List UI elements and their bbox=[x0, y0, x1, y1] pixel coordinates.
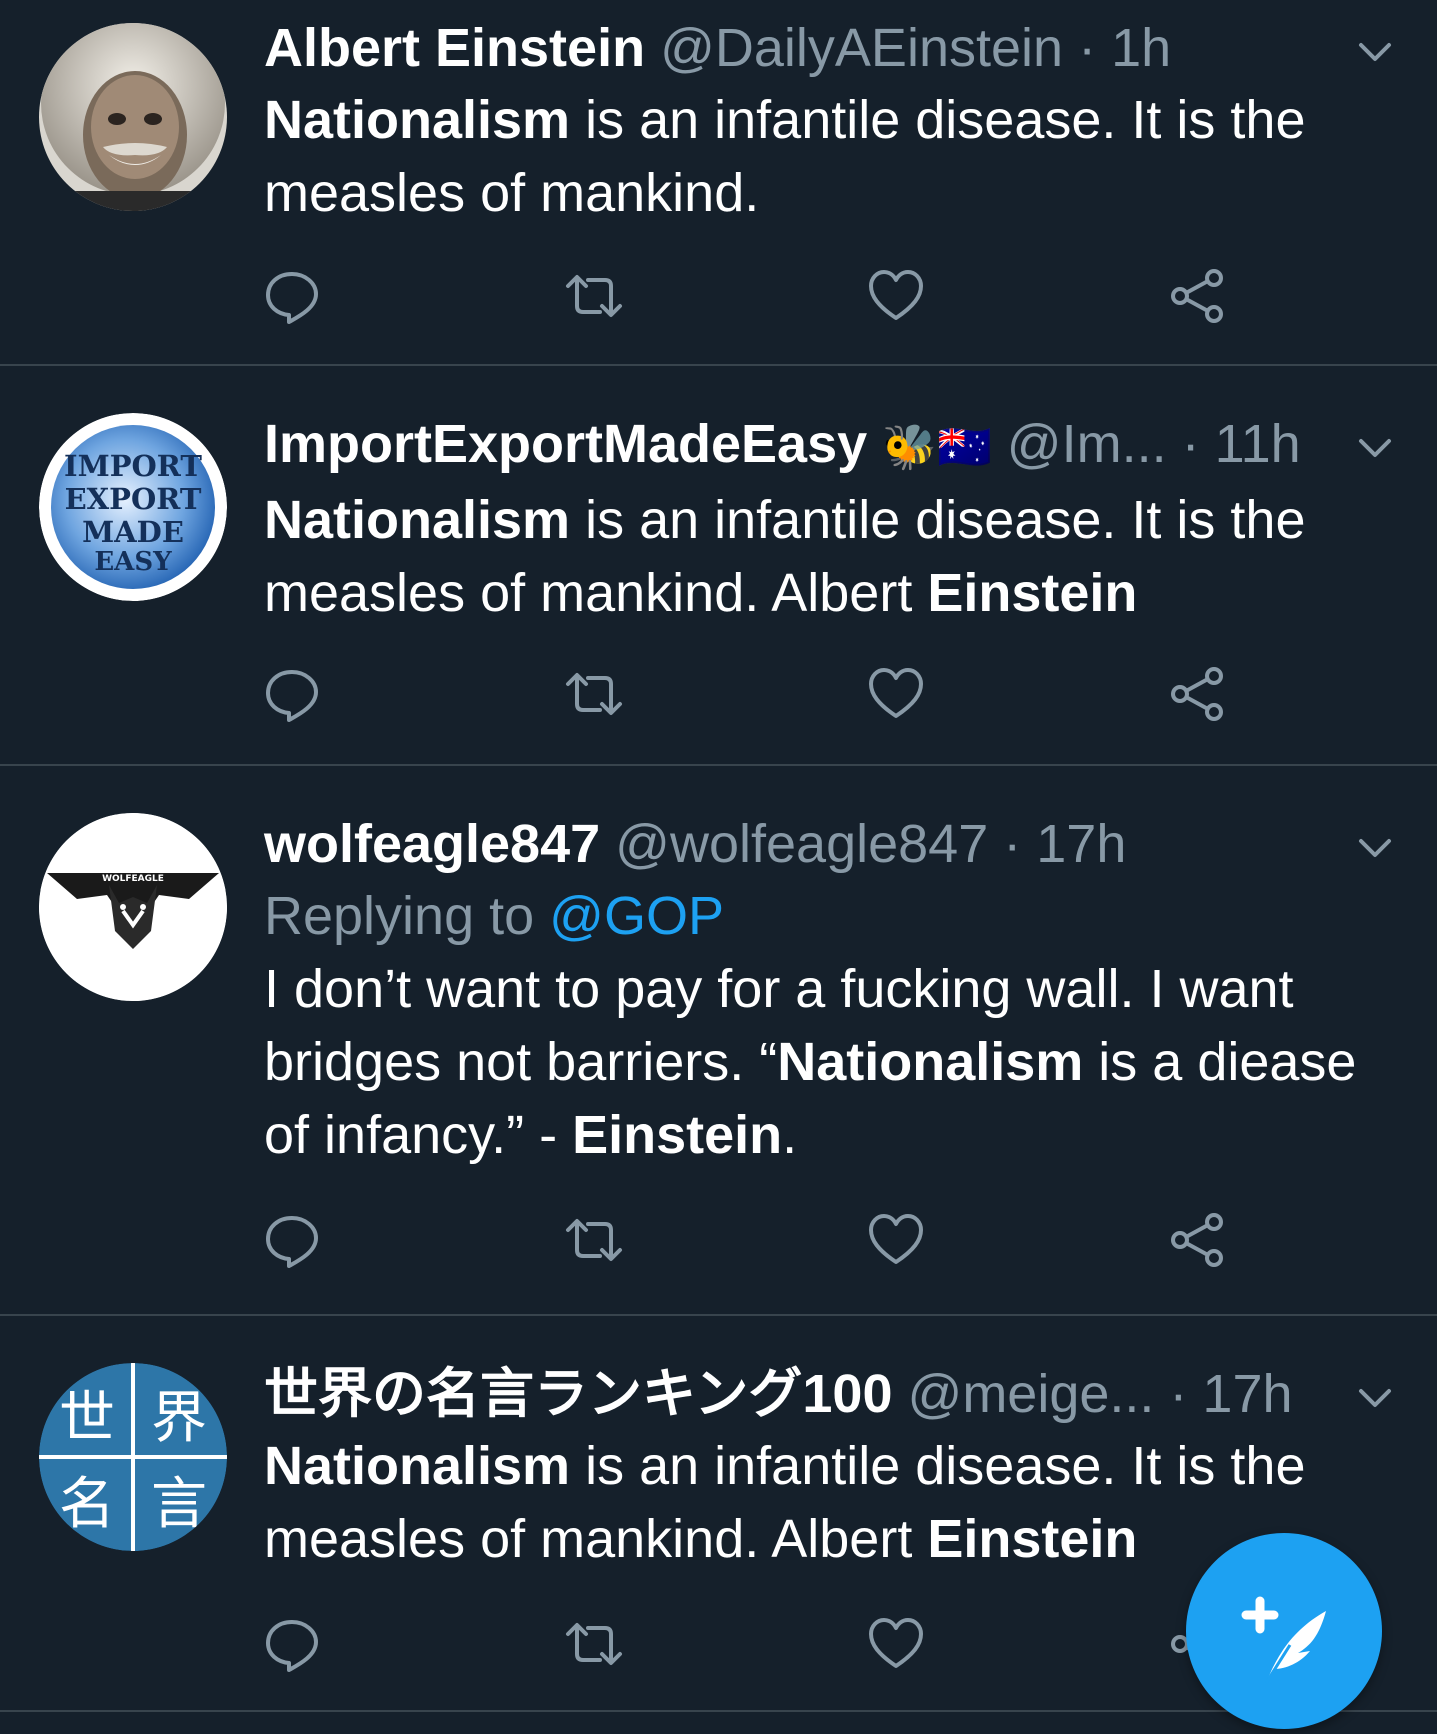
separator: · bbox=[1078, 18, 1097, 78]
tweet-actions bbox=[262, 266, 1262, 326]
avatar[interactable]: 世 界 名 言 bbox=[39, 1363, 227, 1551]
author-handle[interactable]: @Im... bbox=[1007, 414, 1167, 474]
logo-text: EASY bbox=[94, 547, 172, 577]
chevron-down-icon[interactable] bbox=[1353, 30, 1397, 74]
bold-term: Einstein bbox=[572, 1105, 783, 1165]
tweet-header: ImportExportMadeEasy 🐝🇦🇺 @Im... · 11h bbox=[264, 408, 1377, 484]
bold-term: Nationalism bbox=[777, 1032, 1084, 1092]
author-name[interactable]: Albert Einstein bbox=[264, 18, 645, 78]
chevron-down-icon[interactable] bbox=[1353, 826, 1397, 870]
logo-text: MADE bbox=[82, 515, 184, 549]
author-handle[interactable]: @wolfeagle847 bbox=[615, 814, 988, 874]
replying-label: Replying to bbox=[264, 886, 550, 946]
bold-term: Einstein bbox=[927, 563, 1138, 623]
retweet-icon[interactable] bbox=[564, 266, 624, 326]
share-icon[interactable] bbox=[1168, 266, 1228, 326]
author-handle[interactable]: @DailyAEinstein bbox=[660, 18, 1063, 78]
replying-to: Replying to @GOP bbox=[264, 880, 1377, 953]
share-icon[interactable] bbox=[1168, 1210, 1228, 1270]
tweet-actions bbox=[262, 1614, 1262, 1674]
wolfeagle-logo-avatar: WOLFEAGLE bbox=[39, 813, 227, 1001]
logo-text: 言 bbox=[151, 1472, 207, 1537]
chevron-down-icon[interactable] bbox=[1353, 426, 1397, 470]
tweet-actions bbox=[262, 1210, 1262, 1270]
tweet-text: Nationalism is an infantile disease. It … bbox=[264, 84, 1374, 230]
logo-text: 世 bbox=[59, 1386, 115, 1451]
heart-icon[interactable] bbox=[866, 266, 926, 326]
name-emoji: 🐝🇦🇺 bbox=[882, 423, 992, 472]
timestamp[interactable]: 17h bbox=[1202, 1364, 1292, 1424]
tweet-actions bbox=[262, 664, 1262, 724]
compose-quill-icon bbox=[1241, 1596, 1326, 1684]
bold-term: Einstein bbox=[927, 1509, 1138, 1569]
chevron-down-icon[interactable] bbox=[1353, 1376, 1397, 1420]
tweet[interactable]: IMPORT EXPORT MADE EASY ImportExportMade… bbox=[0, 366, 1437, 766]
separator: · bbox=[1169, 1364, 1188, 1424]
compose-tweet-button[interactable] bbox=[1186, 1533, 1382, 1729]
kanji-logo-avatar: 世 界 名 言 bbox=[39, 1363, 227, 1551]
share-icon[interactable] bbox=[1168, 664, 1228, 724]
tweet-text: Nationalism is an infantile disease. It … bbox=[264, 484, 1374, 630]
heart-icon[interactable] bbox=[866, 1614, 926, 1674]
logo-text: EXPORT bbox=[65, 482, 202, 516]
bold-term: Nationalism bbox=[264, 90, 571, 150]
reply-icon[interactable] bbox=[262, 1210, 322, 1270]
avatar[interactable]: IMPORT EXPORT MADE EASY bbox=[39, 413, 227, 601]
reply-icon[interactable] bbox=[262, 664, 322, 724]
retweet-icon[interactable] bbox=[564, 664, 624, 724]
bold-term: Nationalism bbox=[264, 1436, 571, 1496]
timestamp[interactable]: 1h bbox=[1111, 18, 1171, 78]
tweet[interactable]: Albert Einstein @DailyAEinstein · 1h Nat… bbox=[0, 0, 1437, 366]
timestamp[interactable]: 11h bbox=[1215, 414, 1301, 474]
tweet-header: 世界の名言ランキング100 @meige... · 17h bbox=[264, 1358, 1377, 1430]
tweet[interactable]: WOLFEAGLE wolfeagle847 @wolfeagle847 · 1… bbox=[0, 766, 1437, 1316]
author-name[interactable]: 世界の名言ランキング100 bbox=[264, 1364, 892, 1424]
heart-icon[interactable] bbox=[866, 664, 926, 724]
logo-text: WOLFEAGLE bbox=[102, 874, 164, 884]
separator: · bbox=[1181, 414, 1200, 474]
reply-icon[interactable] bbox=[262, 266, 322, 326]
retweet-icon[interactable] bbox=[564, 1210, 624, 1270]
logo-text: 界 bbox=[151, 1386, 207, 1451]
retweet-icon[interactable] bbox=[564, 1614, 624, 1674]
tweet-header: wolfeagle847 @wolfeagle847 · 17h bbox=[264, 808, 1377, 880]
reply-icon[interactable] bbox=[262, 1614, 322, 1674]
einstein-photo-avatar bbox=[39, 23, 227, 211]
timeline-feed: Albert Einstein @DailyAEinstein · 1h Nat… bbox=[0, 0, 1437, 1712]
tweet-text: I don’t want to pay for a fucking wall. … bbox=[264, 953, 1394, 1172]
logo-text: 名 bbox=[59, 1472, 115, 1537]
author-handle[interactable]: @meige... bbox=[908, 1364, 1155, 1424]
avatar[interactable] bbox=[39, 23, 227, 211]
avatar[interactable]: WOLFEAGLE bbox=[39, 813, 227, 1001]
separator: · bbox=[1003, 814, 1022, 874]
import-export-logo-avatar: IMPORT EXPORT MADE EASY bbox=[39, 413, 227, 601]
tweet-header: Albert Einstein @DailyAEinstein · 1h bbox=[264, 12, 1377, 84]
text-run: . bbox=[782, 1105, 798, 1165]
author-name[interactable]: ImportExportMadeEasy bbox=[264, 414, 867, 474]
author-name[interactable]: wolfeagle847 bbox=[264, 814, 600, 874]
heart-icon[interactable] bbox=[866, 1210, 926, 1270]
bold-term: Nationalism bbox=[264, 490, 571, 550]
timestamp[interactable]: 17h bbox=[1036, 814, 1126, 874]
logo-text: IMPORT bbox=[64, 449, 202, 483]
mention-link[interactable]: @GOP bbox=[549, 886, 724, 946]
